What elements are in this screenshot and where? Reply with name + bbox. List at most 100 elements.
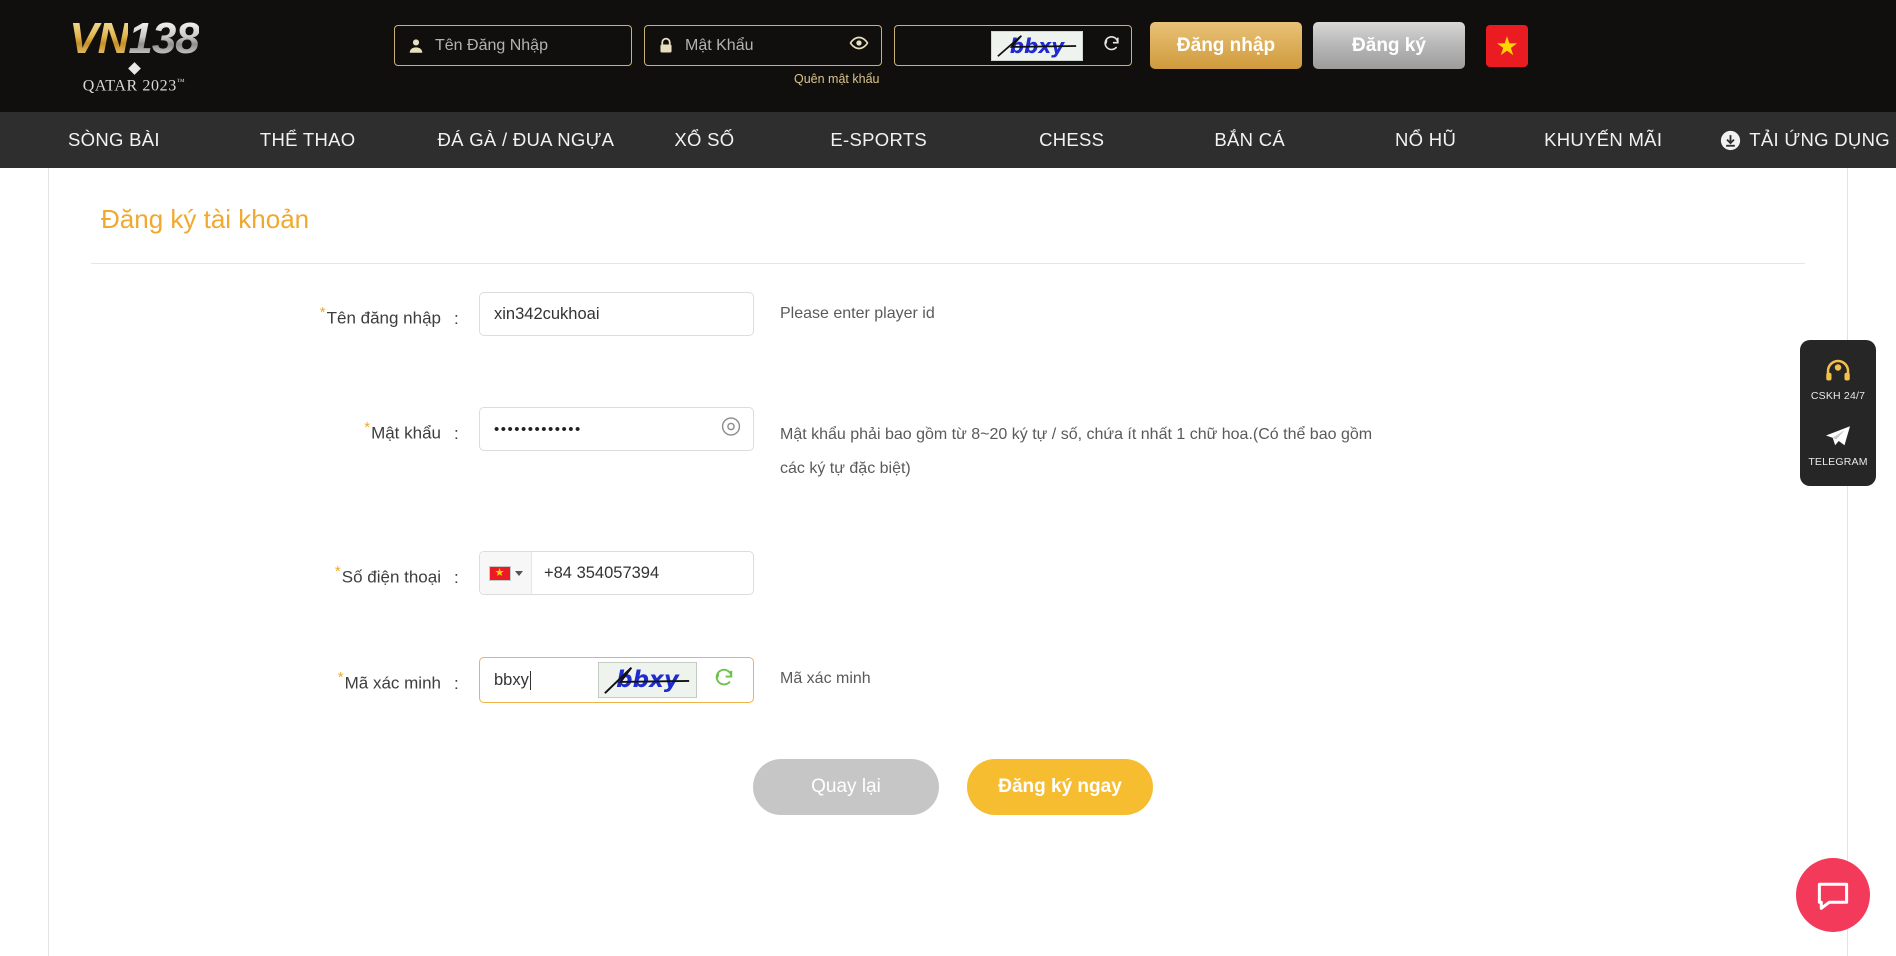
forgot-password-link[interactable]: Quên mật khẩu bbox=[794, 72, 879, 86]
page-title: Đăng ký tài khoản bbox=[101, 204, 310, 234]
password-label-cell: *Mật khẩu: bbox=[49, 407, 479, 444]
nav-item-chess[interactable]: CHESS bbox=[1039, 129, 1104, 151]
main-navigation-bar: SÒNG BÀI THỂ THAO ĐÁ GÀ / ĐUA NGỰA XỔ SỐ… bbox=[0, 112, 1896, 168]
password-field[interactable]: ••••••••••••• bbox=[479, 407, 754, 451]
password-visibility-toggle[interactable] bbox=[849, 33, 869, 58]
site-logo[interactable]: VN 138 QATAR 2023™ bbox=[34, 6, 234, 106]
username-label-cell: *Tên đăng nhập: bbox=[49, 292, 479, 329]
nav-label: KHUYẾN MÃI bbox=[1544, 129, 1663, 150]
logo-tagline: QATAR 2023™ bbox=[83, 77, 186, 95]
password-label: Mật khẩu bbox=[371, 423, 441, 443]
text-cursor bbox=[529, 670, 531, 690]
verify-label-cell: *Mã xác minh: bbox=[49, 657, 479, 694]
logo-tm-mark: ™ bbox=[176, 76, 186, 86]
username-input-wrapper[interactable]: Tên Đăng Nhập bbox=[394, 25, 632, 66]
logo-brand-second: 138 bbox=[128, 13, 199, 63]
register-now-button[interactable]: Đăng ký ngay bbox=[967, 759, 1153, 816]
nav-label: NỔ HŨ bbox=[1395, 129, 1457, 150]
header-captcha-wrapper[interactable]: bbxy bbox=[894, 25, 1132, 66]
nav-item-promotion[interactable]: KHUYẾN MÃI bbox=[1544, 129, 1662, 151]
logo-brand-first: VN bbox=[69, 13, 129, 63]
eye-icon bbox=[721, 417, 741, 436]
phone-label: Số điện thoại bbox=[341, 567, 441, 587]
nav-label: ĐÁ GÀ / ĐUA NGỰA bbox=[437, 129, 615, 150]
country-code-dropdown[interactable]: ★ bbox=[480, 552, 532, 595]
password-input-wrapper[interactable]: Mật Khẩu bbox=[644, 25, 882, 66]
form-captcha-image: bbxy bbox=[598, 662, 697, 699]
nav-label: SÒNG BÀI bbox=[68, 129, 160, 150]
login-button[interactable]: Đăng nhập bbox=[1150, 22, 1302, 69]
required-asterisk: * bbox=[364, 419, 371, 436]
password-input-placeholder: Mật Khẩu bbox=[685, 36, 754, 54]
nav-label: TẢI ỨNG DỤNG bbox=[1749, 129, 1890, 150]
lock-icon bbox=[660, 37, 672, 52]
phone-input-cell: ★ +84 354057394 bbox=[479, 551, 754, 596]
form-row-username: *Tên đăng nhập: xin342cukhoai Please ent… bbox=[49, 292, 1847, 336]
registration-form: *Tên đăng nhập: xin342cukhoai Please ent… bbox=[49, 264, 1847, 816]
nav-label: CHESS bbox=[1039, 129, 1105, 150]
back-button[interactable]: Quay lại bbox=[753, 759, 939, 816]
verification-code-field[interactable]: bbxy bbxy bbox=[479, 657, 754, 704]
nav-item-lottery[interactable]: XỔ SỐ bbox=[674, 129, 734, 151]
chat-bubble-icon bbox=[1817, 882, 1849, 910]
vietnam-flag-icon: ★ bbox=[1495, 31, 1519, 61]
nav-label: XỔ SỐ bbox=[674, 129, 735, 150]
support-item-customer-service[interactable]: CSKH 24/7 bbox=[1811, 350, 1865, 408]
header-captcha-refresh-button[interactable] bbox=[1102, 34, 1121, 58]
password-input-cell: ••••••••••••• bbox=[479, 407, 754, 451]
download-icon bbox=[1721, 130, 1741, 150]
form-row-password: *Mật khẩu: ••••••••••••• Mật khẩu phải b… bbox=[49, 407, 1847, 485]
headset-icon bbox=[1826, 359, 1850, 381]
verify-label: Mã xác minh bbox=[344, 673, 441, 693]
nav-item-slots[interactable]: NỔ HŨ bbox=[1395, 129, 1456, 151]
nav-item-casino[interactable]: SÒNG BÀI bbox=[68, 129, 160, 151]
register-button[interactable]: Đăng ký bbox=[1313, 22, 1465, 69]
form-actions: Quay lại Đăng ký ngay bbox=[49, 759, 1847, 816]
refresh-icon bbox=[715, 669, 733, 686]
password-value: ••••••••••••• bbox=[494, 420, 582, 438]
nav-item-fishing[interactable]: BẮN CÁ bbox=[1214, 129, 1285, 151]
top-header-bar: VN 138 QATAR 2023™ Tên Đăng Nhập Mật Khẩu… bbox=[0, 0, 1896, 112]
telegram-icon bbox=[1826, 426, 1850, 446]
nav-label: THỂ THAO bbox=[259, 129, 356, 150]
password-visibility-toggle-form[interactable] bbox=[720, 416, 742, 443]
language-selector-button[interactable]: ★ bbox=[1486, 25, 1528, 67]
support-label: CSKH 24/7 bbox=[1810, 390, 1866, 402]
nav-item-sports[interactable]: THỂ THAO bbox=[260, 129, 356, 151]
label-colon: : bbox=[454, 423, 459, 443]
chevron-down-icon bbox=[514, 570, 523, 576]
logo-tagline-text: QATAR 2023 bbox=[82, 77, 177, 95]
floating-support-panel: CSKH 24/7 TELEGRAM bbox=[1800, 340, 1876, 486]
nav-item-cockfight[interactable]: ĐÁ GÀ / ĐUA NGỰA bbox=[437, 129, 614, 151]
phone-label-cell: *Số điện thoại: bbox=[49, 551, 479, 588]
logo-diamond-icon bbox=[127, 61, 141, 75]
verify-hint: Mã xác minh bbox=[780, 670, 871, 688]
verify-input-cell: bbxy bbxy bbox=[479, 657, 754, 704]
password-hint: Mật khẩu phải bao gồm từ 8~20 ký tự / số… bbox=[780, 426, 1373, 477]
captcha-refresh-button[interactable] bbox=[713, 667, 735, 694]
nav-item-esports[interactable]: E-SPORTS bbox=[830, 129, 927, 151]
person-icon bbox=[409, 38, 423, 53]
support-label: TELEGRAM bbox=[1808, 456, 1868, 468]
live-chat-button[interactable] bbox=[1796, 858, 1870, 932]
captcha-noise-line bbox=[997, 34, 1077, 57]
required-asterisk: * bbox=[337, 669, 344, 687]
nav-item-download-app[interactable]: TẢI ỨNG DỤNG bbox=[1720, 129, 1890, 151]
username-input-placeholder: Tên Đăng Nhập bbox=[435, 36, 548, 54]
support-item-telegram[interactable]: TELEGRAM bbox=[1808, 416, 1867, 474]
captcha-noise-line bbox=[604, 667, 690, 695]
page-container: Đăng ký tài khoản *Tên đăng nhập: xin342… bbox=[0, 168, 1896, 956]
phone-field[interactable]: ★ +84 354057394 bbox=[479, 551, 754, 596]
form-row-phone: *Số điện thoại: ★ +84 354057394 bbox=[49, 551, 1847, 596]
username-field[interactable]: xin342cukhoai bbox=[479, 292, 754, 336]
refresh-icon bbox=[1104, 35, 1119, 50]
header-captcha-image: bbxy bbox=[991, 30, 1083, 61]
username-hint: Please enter player id bbox=[780, 305, 935, 322]
required-asterisk: * bbox=[334, 563, 341, 581]
nav-label: E-SPORTS bbox=[830, 129, 928, 150]
username-label: Tên đăng nhập bbox=[326, 308, 441, 328]
form-row-verification: *Mã xác minh: bbxy bbxy Mã xác minh bbox=[49, 657, 1847, 704]
username-input-cell: xin342cukhoai bbox=[479, 292, 754, 336]
label-colon: : bbox=[454, 308, 459, 328]
vietnam-flag-icon: ★ bbox=[488, 565, 511, 581]
